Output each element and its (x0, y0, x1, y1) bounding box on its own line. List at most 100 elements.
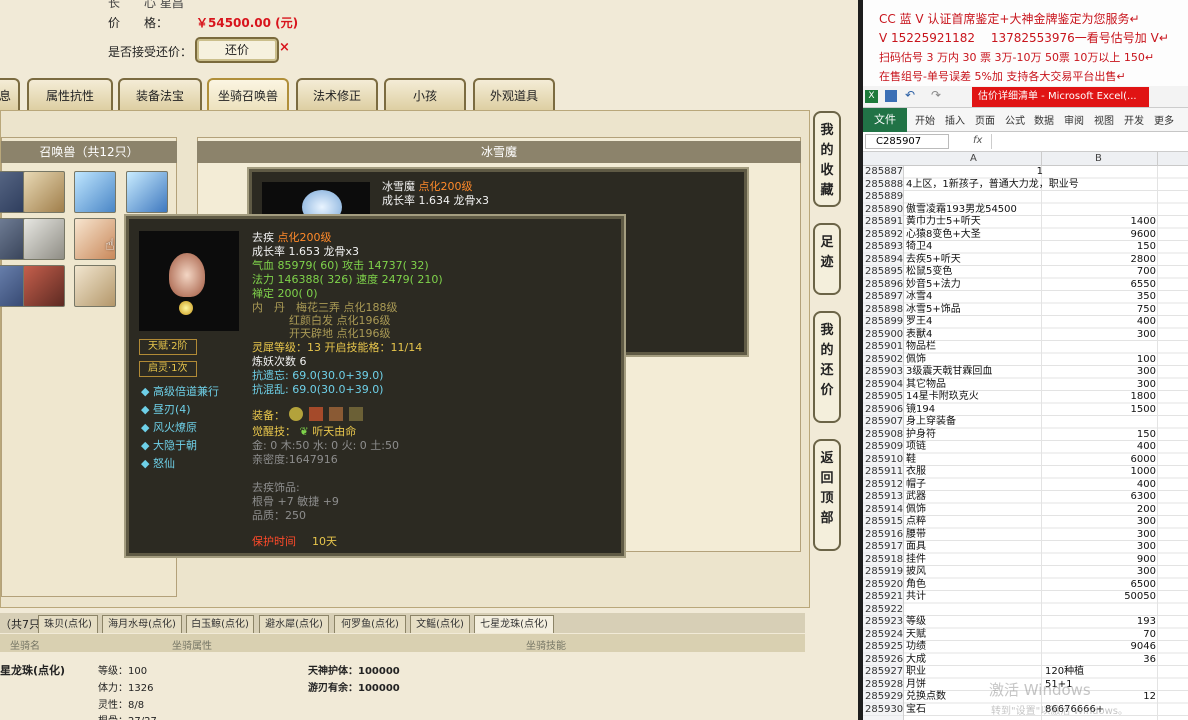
sheet-row[interactable]: 285903 3级震天戟甘霖回血 300 (863, 366, 1188, 379)
row-number[interactable]: 285920 (865, 579, 903, 591)
cell-a[interactable]: 天赋 (906, 629, 926, 641)
formula-input[interactable] (991, 134, 1188, 149)
cell-a[interactable]: 物品栏 (906, 341, 936, 353)
row-number[interactable]: 285927 (865, 666, 903, 678)
cell-a[interactable]: 披风 (906, 566, 926, 578)
row-number[interactable]: 285928 (865, 679, 903, 691)
row-number[interactable]: 285900 (865, 329, 903, 341)
cell-a[interactable]: 宝石 (906, 704, 926, 716)
cell-a[interactable]: 松鼠5变色 (906, 266, 952, 278)
cell-a[interactable]: 傲雪凌霜193男龙54500 (906, 204, 1017, 216)
my-favorites-button[interactable]: 我的收藏 (813, 111, 841, 207)
sheet-row[interactable]: 285923 等级 193 (863, 616, 1188, 629)
sheet-row[interactable]: 285891 黄巾力士5+听天 1400 (863, 216, 1188, 229)
cell-a[interactable]: 其它物品 (906, 379, 946, 391)
cell-b[interactable]: 400 (1137, 479, 1156, 491)
ribbon-tab[interactable]: 数据 (1034, 112, 1054, 127)
cell-b[interactable]: 36 (1143, 654, 1156, 666)
row-number[interactable]: 285929 (865, 691, 903, 703)
ribbon-tab[interactable]: 更多 (1154, 112, 1174, 127)
cell-b[interactable]: 120种植 (1045, 666, 1084, 678)
row-number[interactable]: 285887 (865, 166, 903, 178)
cell-a[interactable]: 表獸4 (906, 329, 932, 341)
mount-tab-active[interactable]: 七星龙珠(点化) (474, 615, 554, 633)
row-number[interactable]: 285899 (865, 316, 903, 328)
row-number[interactable]: 285912 (865, 479, 903, 491)
row-number[interactable]: 285908 (865, 429, 903, 441)
row-number[interactable]: 285897 (865, 291, 903, 303)
save-icon[interactable] (885, 90, 897, 102)
sheet-row[interactable]: 285889 (863, 191, 1188, 204)
sheet-row[interactable]: 285900 表獸4 300 (863, 329, 1188, 342)
tab-pets[interactable]: 坐骑召唤兽 (207, 78, 289, 112)
mount-tab[interactable]: 避水犀(点化) (259, 615, 329, 633)
sheet-row[interactable]: 285896 妙音5+法力 6550 (863, 279, 1188, 292)
cell-a[interactable]: 月饼 (906, 679, 926, 691)
row-number[interactable]: 285911 (865, 466, 903, 478)
redo-icon[interactable]: ↷ (931, 88, 941, 102)
cell-b[interactable]: 150 (1137, 429, 1156, 441)
sheet-row[interactable]: 285911 衣服 1000 (863, 466, 1188, 479)
ribbon-tab[interactable]: 页面 (975, 112, 995, 127)
my-haggle-button[interactable]: 我的还价 (813, 311, 841, 423)
row-number[interactable]: 285930 (865, 704, 903, 716)
cell-a[interactable]: 兑换点数 (906, 691, 946, 703)
cell-a[interactable]: 等级 (906, 616, 926, 628)
sheet-row[interactable]: 285918 挂件 900 (863, 554, 1188, 567)
sheet-row[interactable]: 285908 护身符 150 (863, 429, 1188, 442)
sheet-row[interactable]: 285895 松鼠5变色 700 (863, 266, 1188, 279)
cell-b[interactable]: 1000 (1131, 466, 1156, 478)
tab-spells[interactable]: 法术修正 (296, 78, 378, 112)
row-number[interactable]: 285888 (865, 179, 903, 191)
sheet-row[interactable]: 285899 罗王4 400 (863, 316, 1188, 329)
cell-a[interactable]: 功绩 (906, 641, 926, 653)
cell-a[interactable]: 衣服 (906, 466, 926, 478)
cell-b[interactable]: 9046 (1131, 641, 1156, 653)
cell-a[interactable]: 挂件 (906, 554, 926, 566)
sheet-row[interactable]: 285922 (863, 604, 1188, 617)
row-number[interactable]: 285906 (865, 404, 903, 416)
cell-b[interactable]: 6500 (1131, 579, 1156, 591)
cell-b[interactable]: 1500 (1131, 404, 1156, 416)
sheet-row[interactable]: 285907 身上穿装备 (863, 416, 1188, 429)
row-number[interactable]: 285890 (865, 204, 903, 216)
cell-a[interactable]: 护身符 (906, 429, 936, 441)
cell-b[interactable]: 300 (1137, 566, 1156, 578)
cell-b[interactable]: 750 (1137, 304, 1156, 316)
sheet-row[interactable]: 285888 4上区，1新孩子，普通大力龙，职业号 (863, 179, 1188, 192)
cell-b[interactable]: 2800 (1131, 254, 1156, 266)
sheet-row[interactable]: 285890 傲雪凌霜193男龙54500 (863, 204, 1188, 217)
tab-equipment[interactable]: 装备法宝 (118, 78, 202, 112)
row-number[interactable]: 285925 (865, 641, 903, 653)
sheet-row[interactable]: 285925 功绩 9046 (863, 641, 1188, 654)
cell-b[interactable]: 300 (1137, 529, 1156, 541)
row-number[interactable]: 285896 (865, 279, 903, 291)
sheet-row[interactable]: 285897 冰雪4 350 (863, 291, 1188, 304)
row-number[interactable]: 285918 (865, 554, 903, 566)
sheet-row[interactable]: 285915 点粹 300 (863, 516, 1188, 529)
back-to-top-button[interactable]: 返回顶部 (813, 439, 841, 551)
mount-tab[interactable]: 白玉鲸(点化) (186, 615, 254, 633)
row-number[interactable]: 285905 (865, 391, 903, 403)
cell-a[interactable]: 身上穿装备 (906, 416, 956, 428)
cell-a[interactable]: 鞋 (906, 454, 916, 466)
sheet-grid[interactable]: 285887 1 285888 4上区，1新孩子，普通大力龙，职业号 285889 285… (863, 166, 1188, 720)
tab-info[interactable]: 息 (0, 78, 20, 112)
tab-children[interactable]: 小孩 (384, 78, 466, 112)
mount-tab[interactable]: 海月水母(点化) (102, 615, 182, 633)
ribbon-tab[interactable]: 审阅 (1064, 112, 1084, 127)
sheet-row[interactable]: 285898 冰雪5+饰品 750 (863, 304, 1188, 317)
sheet-row[interactable]: 285893 犄卫4 150 (863, 241, 1188, 254)
cell-a[interactable]: 腰带 (906, 529, 926, 541)
cell-b[interactable]: 100 (1137, 354, 1156, 366)
cell-b[interactable]: 700 (1137, 266, 1156, 278)
pet-thumb[interactable] (23, 265, 65, 307)
cell-a[interactable]: 罗王4 (906, 316, 932, 328)
cell-b[interactable]: 50050 (1124, 591, 1156, 603)
ribbon-tab[interactable]: 插入 (945, 112, 965, 127)
cell-a[interactable]: 冰雪5+饰品 (906, 304, 961, 316)
ribbon-tab[interactable]: 公式 (1005, 112, 1025, 127)
file-tab[interactable]: 文件 (863, 108, 907, 132)
ribbon-tab[interactable]: 开发 (1124, 112, 1144, 127)
row-number[interactable]: 285891 (865, 216, 903, 228)
